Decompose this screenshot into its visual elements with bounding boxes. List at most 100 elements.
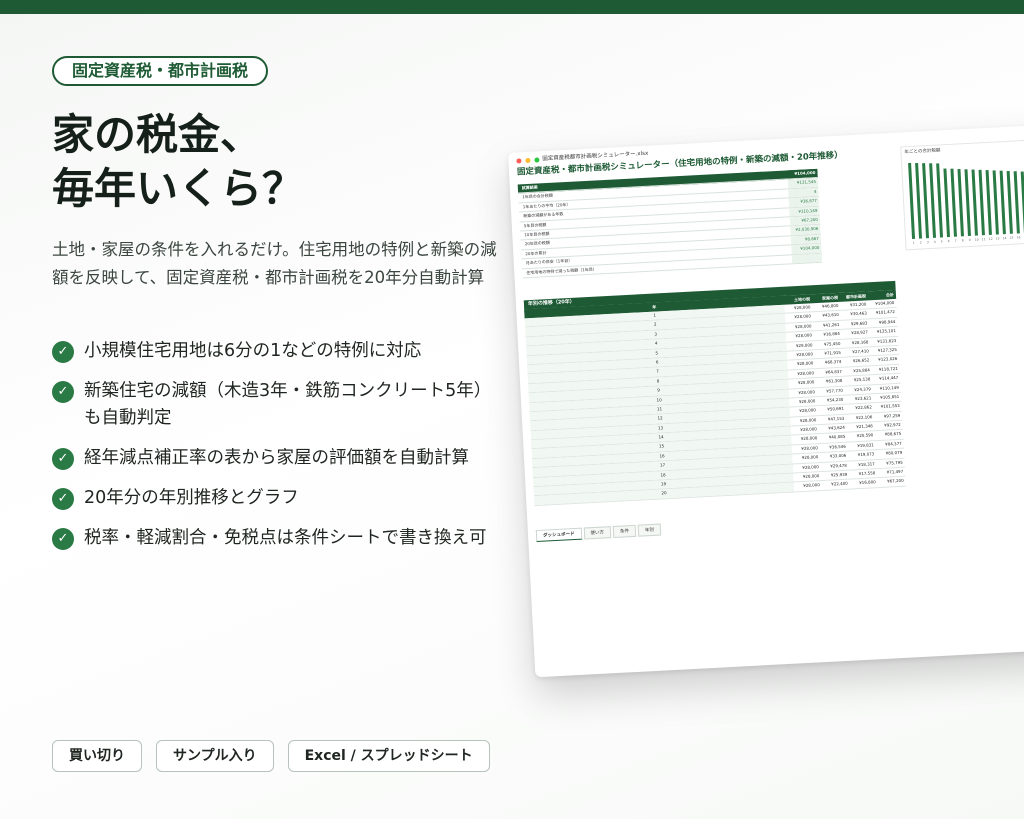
annual-cell: ¥28,000 [796, 351, 814, 358]
chart-bar [992, 170, 999, 235]
sheet-tab[interactable]: 年別 [637, 523, 662, 537]
annual-cell: ¥110,149 [879, 384, 899, 391]
chart-bar [943, 168, 951, 238]
annual-cell: ¥28,000 [794, 313, 812, 320]
annual-table: 年別の推移（20年） 年土地の税 家屋の税 都市計画税 合計 1 ¥28,000 ¥46,… [523, 280, 906, 506]
annual-cell: ¥28,000 [795, 341, 813, 348]
annual-cell: ¥28,927 [851, 329, 868, 336]
feature-text: 経年減点補正率の表から家屋の評価額を自動計算 [84, 448, 469, 468]
headline-line-2: 毎年いくら？ [52, 164, 305, 213]
annual-cell: ¥28,000 [801, 454, 819, 461]
check-circle-icon: ✓ [52, 448, 74, 470]
annual-cell: ¥21,348 [856, 423, 873, 430]
chart-tick-label: 6 [948, 239, 950, 243]
close-dot-icon [516, 158, 522, 164]
chart-bar [985, 170, 992, 235]
annual-cell: ¥28,000 [800, 426, 817, 433]
annual-cell: ¥22,400 [831, 481, 848, 487]
annual-cell: ¥28,000 [802, 473, 820, 480]
chip-one-time-purchase: 買い切り [52, 740, 142, 772]
results-title-value: ¥104,000 [787, 168, 818, 179]
chart-tick-label: 12 [989, 237, 993, 241]
annual-cell: ¥50,691 [827, 406, 844, 412]
chip-excel-spreadsheet: Excel / スプレッドシート [287, 740, 490, 772]
annual-cell: ¥24,379 [854, 385, 871, 392]
annual-cell: ¥28,000 [800, 435, 818, 442]
annual-cell: ¥28,000 [793, 304, 811, 311]
chart-bar [950, 168, 957, 237]
annual-cell: ¥101,553 [880, 403, 900, 410]
check-circle-icon: ✓ [52, 488, 74, 510]
annual-cell: ¥43,624 [828, 424, 845, 431]
result-value: ¥131,545 [787, 178, 819, 189]
chip-row: 買い切り サンプル入り Excel / スプレッドシート [52, 740, 490, 772]
maximize-dot-icon [534, 157, 540, 163]
result-value: 4 [788, 187, 819, 198]
annual-cell: ¥41,261 [822, 321, 840, 328]
annual-cell: ¥88,675 [884, 431, 902, 438]
chart-tick-label: 2 [920, 240, 922, 244]
result-value: ¥2,030,906 [790, 225, 821, 236]
check-circle-icon: ✓ [52, 381, 74, 403]
sheet-tab[interactable]: 使い方 [583, 526, 612, 540]
chart-bar [999, 170, 1006, 235]
annual-tax-chart: 年ごとの合計税額 1234567891011121314151617181920 [900, 138, 1024, 251]
annual-cell: ¥68,374 [824, 359, 842, 366]
feature-item: ✓ 小規模住宅用地は6分の1などの特例に対応 [52, 338, 502, 365]
annual-cell: ¥19,073 [857, 451, 875, 458]
description: 土地・家屋の条件を入れるだけ。住宅用地の特例と新築の減額を反映して、固定資産税・… [52, 240, 497, 287]
chart-tick-label: 11 [982, 237, 986, 241]
annual-cell: ¥131,823 [877, 337, 897, 344]
feature-text: 小規模住宅用地は6分の1などの特例に対応 [84, 341, 422, 361]
annual-cell: ¥127,325 [877, 346, 897, 353]
annual-cell: ¥28,000 [796, 360, 814, 367]
annual-cell: ¥25,138 [853, 376, 871, 383]
annual-cell: ¥28,000 [795, 332, 813, 339]
feature-item: ✓ 20年分の年別推移とグラフ [52, 485, 502, 512]
annual-cell: ¥92,972 [884, 421, 901, 428]
chart-tick-label: 10 [975, 237, 979, 241]
annual-cell: ¥29,478 [830, 462, 847, 469]
annual-cell: ¥67,200 [887, 478, 904, 485]
chart-bar [908, 162, 916, 239]
sheet-tab[interactable]: 条件 [612, 524, 637, 539]
annual-cell: ¥28,000 [803, 482, 820, 489]
feature-item: ✓ 税率・軽減割合・免税点は条件シートで書き換え可 [52, 525, 502, 552]
feature-item: ✓ 経年減点補正率の表から家屋の評価額を自動計算 [52, 445, 502, 472]
annual-cell: ¥43,610 [822, 312, 840, 319]
feature-text: 新築住宅の減額（木造3年・鉄筋コンクリート5年）も自動判定 [84, 381, 492, 428]
annual-cell: ¥17,558 [858, 470, 876, 477]
feature-list: ✓ 小規模住宅用地は6分の1などの特例に対応 ✓ 新築住宅の減額（木造3年・鉄筋コン… [52, 338, 502, 565]
result-value: ¥36,877 [788, 196, 820, 207]
annual-cell: ¥31,200 [849, 301, 867, 308]
annual-cell: ¥98,944 [878, 318, 896, 325]
annual-cell: ¥19,831 [857, 442, 874, 448]
sheet-tab[interactable]: ダッシュボード [535, 527, 582, 543]
chart-bar [971, 169, 978, 236]
annual-cell: ¥40,085 [828, 434, 846, 441]
annual-cell: ¥26,652 [852, 357, 870, 364]
annual-cell: ¥28,168 [851, 338, 869, 345]
annual-cell: ¥101,472 [875, 309, 895, 316]
chart-bar [929, 163, 937, 238]
chip-sample-included: サンプル入り [156, 740, 274, 772]
annual-cell: ¥46,800 [821, 302, 839, 309]
chart-tick-label: 4 [934, 240, 936, 244]
annual-cell: ¥135,101 [876, 328, 896, 335]
annual-cell: ¥28,000 [797, 370, 815, 376]
annual-cell: ¥75,795 [886, 459, 903, 466]
spreadsheet-preview: 固定資産税都市計画税シミュレーター.xlsx 固定資産税・都市計画税シミュレータ… [508, 123, 1024, 678]
chart-tick-label: 5 [941, 239, 943, 243]
chart-bar [964, 169, 971, 237]
spreadsheet-window: 固定資産税都市計画税シミュレーター.xlsx 固定資産税・都市計画税シミュレータ… [508, 123, 1024, 678]
annual-cell: ¥36,546 [829, 443, 846, 450]
annual-cell: ¥75,450 [823, 340, 841, 347]
annual-cell: ¥28,000 [798, 388, 816, 395]
annual-cell: ¥105,851 [880, 393, 900, 400]
chart-bar [922, 163, 930, 239]
chart-tick-label: 14 [1003, 236, 1007, 240]
annual-cell: ¥28,000 [799, 407, 817, 414]
result-value: ¥8,667 [790, 234, 822, 245]
result-value: ¥104,000 [791, 243, 822, 254]
annual-cell: ¥28,000 [794, 323, 812, 329]
